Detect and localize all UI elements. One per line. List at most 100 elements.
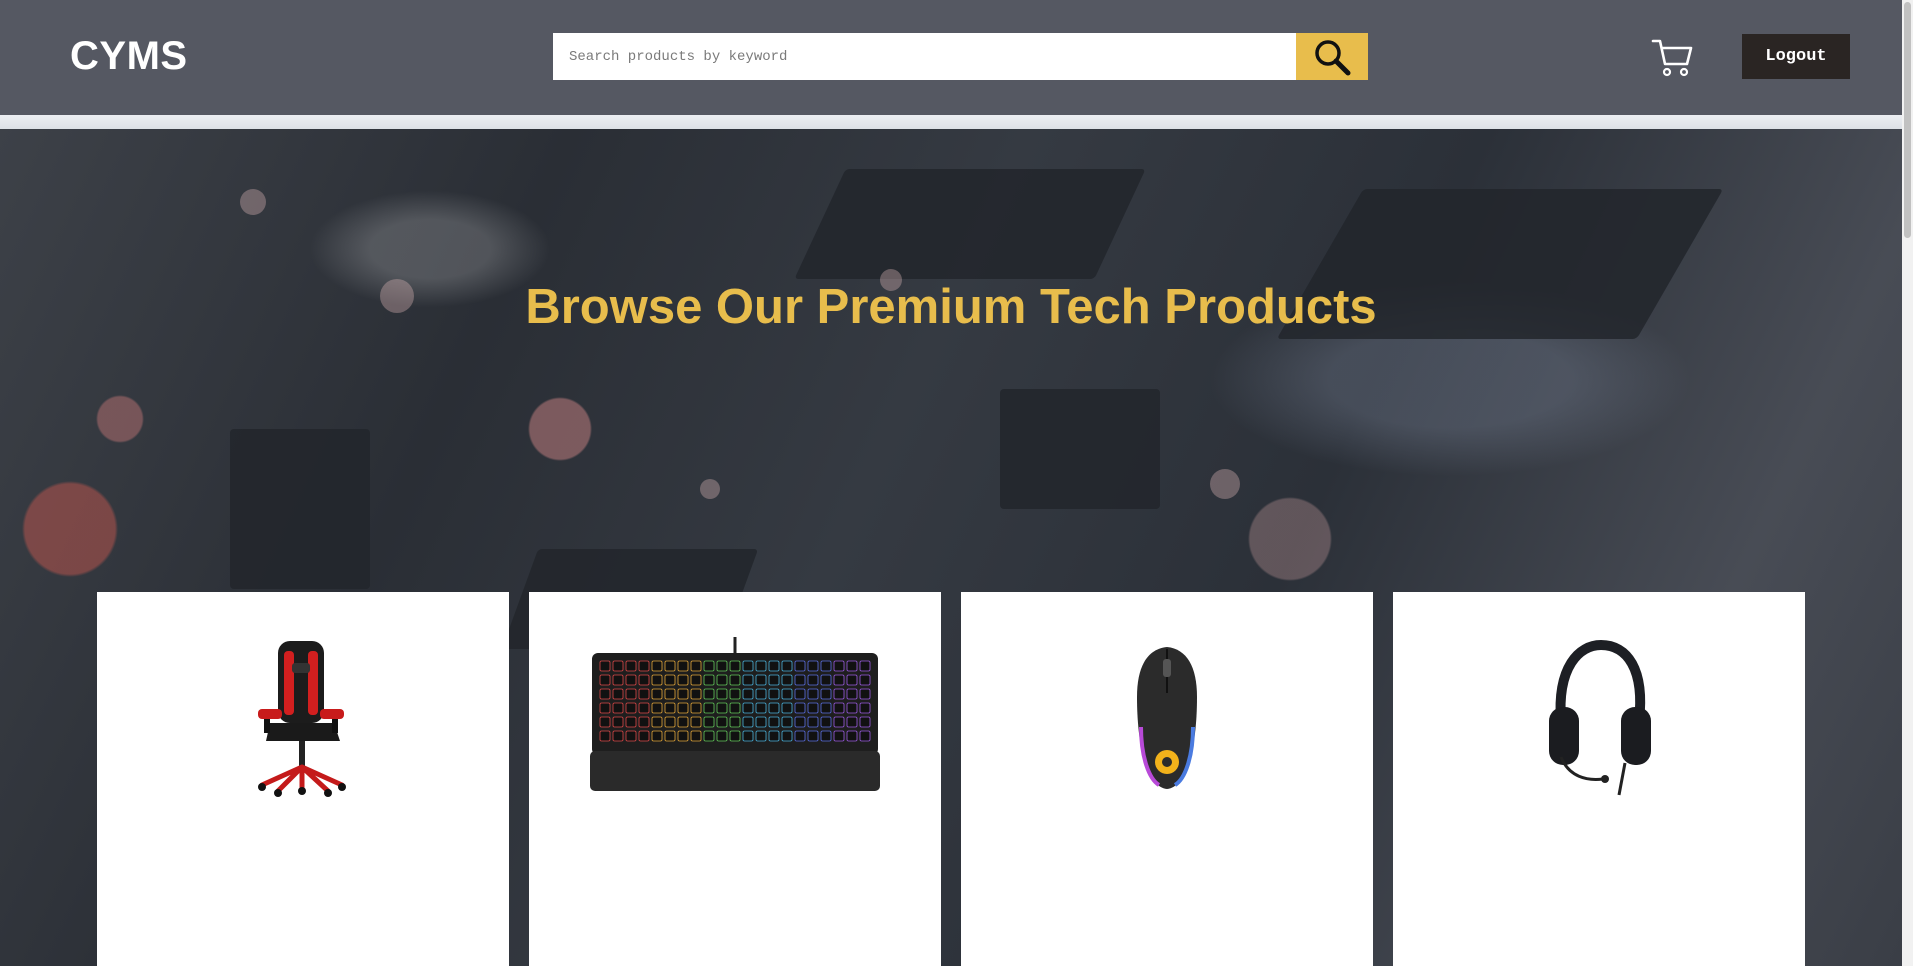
keyboard-key	[638, 688, 650, 700]
keyboard-key	[612, 660, 624, 672]
keyboard-key	[651, 730, 663, 742]
page-scrollbar[interactable]	[1902, 0, 1913, 966]
keyboard-key	[612, 716, 624, 728]
keyboard-key	[599, 702, 611, 714]
keyboard-key	[716, 688, 728, 700]
keyboard-key	[794, 674, 806, 686]
keyboard-key	[742, 674, 754, 686]
rgb-keyboard-image	[590, 637, 880, 791]
keyboard-key	[638, 674, 650, 686]
keyboard-key	[690, 730, 702, 742]
keyboard-key	[664, 702, 676, 714]
keyboard-key	[651, 688, 663, 700]
keyboard-key	[742, 702, 754, 714]
keyboard-key	[638, 660, 650, 672]
keyboard-key	[703, 730, 715, 742]
keyboard-key	[612, 730, 624, 742]
product-card[interactable]	[529, 592, 941, 966]
keyboard-key	[677, 688, 689, 700]
cart-button[interactable]	[1651, 37, 1693, 77]
keyboard-key	[625, 716, 637, 728]
keyboard-key	[846, 688, 858, 700]
keyboard-key	[729, 702, 741, 714]
keyboard-key	[729, 716, 741, 728]
keyboard-key	[794, 660, 806, 672]
keyboard-key	[651, 660, 663, 672]
hero-title: Browse Our Premium Tech Products	[525, 280, 1377, 334]
keyboard-key	[833, 660, 845, 672]
keyboard-key	[755, 702, 767, 714]
keyboard-key	[833, 730, 845, 742]
keyboard-key	[677, 660, 689, 672]
keyboard-key	[859, 660, 871, 672]
keyboard-key	[807, 660, 819, 672]
keyboard-key	[703, 688, 715, 700]
keyboard-key	[755, 688, 767, 700]
keyboard-key	[625, 660, 637, 672]
scrollbar-thumb[interactable]	[1904, 2, 1911, 238]
product-image	[97, 632, 509, 802]
keyboard-key	[794, 702, 806, 714]
keyboard-key	[781, 702, 793, 714]
keyboard-key	[651, 674, 663, 686]
product-image	[1393, 632, 1805, 802]
keyboard-key	[690, 674, 702, 686]
product-card[interactable]	[1393, 592, 1805, 966]
keyboard-key	[599, 730, 611, 742]
keyboard-key	[612, 702, 624, 714]
keyboard-key	[846, 702, 858, 714]
site-logo[interactable]: CYMS	[70, 34, 188, 79]
keyboard-key	[729, 730, 741, 742]
keyboard-key	[768, 688, 780, 700]
keyboard-key	[729, 660, 741, 672]
keyboard-key	[781, 674, 793, 686]
bokeh-light-decoration	[1210, 469, 1240, 499]
keyboard-key	[703, 660, 715, 672]
keyboard-key	[833, 674, 845, 686]
bokeh-light-decoration	[700, 479, 720, 499]
keyboard-key	[768, 674, 780, 686]
keyboard-key	[846, 730, 858, 742]
keyboard-key	[755, 730, 767, 742]
keyboard-key	[625, 702, 637, 714]
keyboard-key	[859, 716, 871, 728]
keyboard-key	[820, 716, 832, 728]
keyboard-key	[820, 702, 832, 714]
keyboard-key	[846, 660, 858, 672]
keyboard-key	[781, 730, 793, 742]
gaming-mouse-image	[1137, 647, 1197, 789]
product-card[interactable]	[961, 592, 1373, 966]
circuit-chip-decoration	[1000, 389, 1160, 509]
search-input[interactable]	[553, 33, 1296, 80]
keyboard-key	[807, 688, 819, 700]
headset-image	[1549, 639, 1651, 796]
keyboard-key	[638, 730, 650, 742]
product-card[interactable]	[97, 592, 509, 966]
keyboard-key	[742, 716, 754, 728]
keyboard-key	[742, 688, 754, 700]
search-button[interactable]	[1296, 33, 1368, 80]
keyboard-key	[859, 674, 871, 686]
product-grid	[97, 592, 1805, 966]
shopping-cart-icon	[1651, 39, 1693, 77]
keyboard-key	[820, 730, 832, 742]
keyboard-key	[742, 660, 754, 672]
keyboard-key	[677, 730, 689, 742]
keyboard-key	[664, 716, 676, 728]
bokeh-light-decoration	[240, 189, 266, 215]
keyboard-key	[677, 716, 689, 728]
hero-banner: Browse Our Premium Tech Products	[0, 129, 1902, 966]
keyboard-key	[690, 716, 702, 728]
logout-button[interactable]: Logout	[1742, 34, 1850, 79]
keyboard-key	[755, 660, 767, 672]
keyboard-key	[820, 674, 832, 686]
keyboard-key	[859, 702, 871, 714]
keyboard-key	[807, 702, 819, 714]
keyboard-key	[625, 688, 637, 700]
keyboard-key	[833, 688, 845, 700]
keyboard-key	[651, 716, 663, 728]
keyboard-key	[677, 674, 689, 686]
keyboard-key	[625, 730, 637, 742]
search-bar	[553, 33, 1368, 80]
keyboard-key	[794, 716, 806, 728]
